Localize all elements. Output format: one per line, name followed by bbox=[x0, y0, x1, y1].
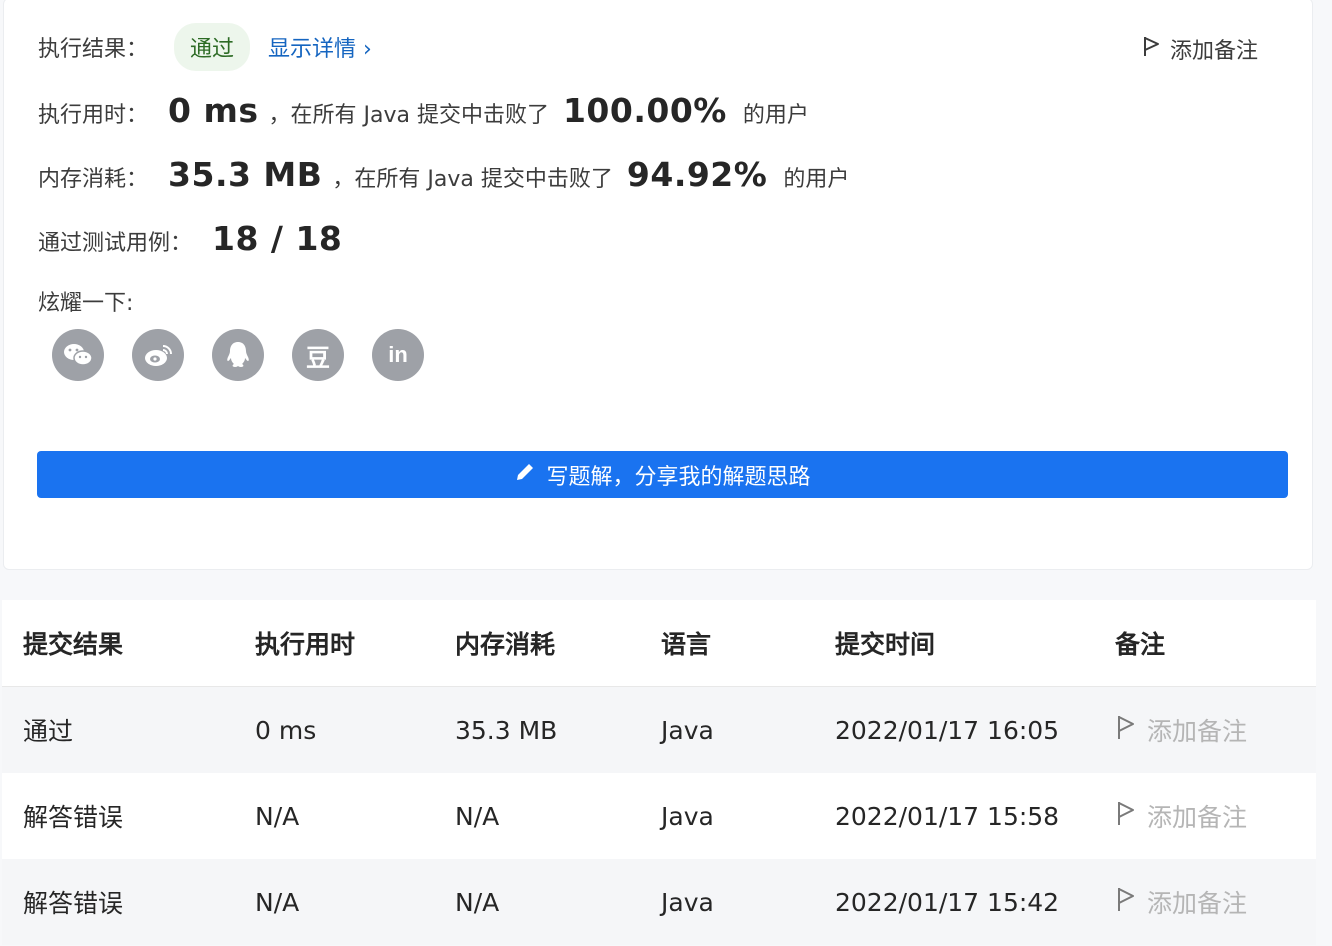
testcases-row: 通过测试用例： 18 / 18 bbox=[38, 219, 342, 258]
table-header: 提交结果 执行用时 内存消耗 语言 提交时间 备注 bbox=[2, 600, 1316, 687]
submission-note-cell: 添加备注 bbox=[1115, 773, 1316, 859]
linkedin-icon[interactable]: in bbox=[372, 329, 424, 381]
header-runtime: 执行用时 bbox=[255, 600, 455, 687]
memory-percent: 94.92% bbox=[626, 155, 768, 194]
submissions-table: 提交结果 执行用时 内存消耗 语言 提交时间 备注 通过 0 ms 35.3 M… bbox=[2, 600, 1316, 945]
submission-memory: N/A bbox=[455, 859, 661, 945]
wechat-icon[interactable] bbox=[52, 329, 104, 381]
submission-result[interactable]: 解答错误 bbox=[2, 773, 255, 859]
header-time: 提交时间 bbox=[835, 600, 1115, 687]
runtime-suffix: 的用户 bbox=[742, 103, 809, 128]
flag-icon bbox=[1115, 714, 1137, 746]
submission-time: 2022/01/17 15:42 bbox=[835, 859, 1115, 945]
result-card: 执行结果： 通过 显示详情 › 添加备注 执行用时： 0 ms ，在所有 Jav… bbox=[3, 0, 1313, 570]
submission-time: 2022/01/17 15:58 bbox=[835, 773, 1115, 859]
result-label: 执行结果： bbox=[38, 37, 149, 62]
runtime-text: ，在所有 Java 提交中击败了 bbox=[268, 103, 549, 128]
share-buttons: 豆 in bbox=[52, 329, 424, 381]
show-details-link[interactable]: 显示详情 › bbox=[268, 31, 372, 63]
submission-note-cell: 添加备注 bbox=[1115, 859, 1316, 945]
submission-runtime: 0 ms bbox=[255, 686, 455, 773]
submission-memory: 35.3 MB bbox=[455, 686, 661, 773]
memory-label: 内存消耗： bbox=[38, 167, 149, 192]
flag-icon bbox=[1115, 886, 1137, 918]
qq-icon[interactable] bbox=[212, 329, 264, 381]
write-solution-label: 写题解，分享我的解题思路 bbox=[546, 464, 811, 490]
runtime-value: 0 ms bbox=[168, 91, 259, 130]
testcases-label: 通过测试用例： bbox=[38, 231, 193, 256]
runtime-row: 执行用时： 0 ms ，在所有 Java 提交中击败了 100.00% 的用户 bbox=[38, 91, 809, 130]
header-memory: 内存消耗 bbox=[455, 600, 661, 687]
add-note-button[interactable]: 添加备注 bbox=[1115, 687, 1316, 773]
douban-icon[interactable]: 豆 bbox=[292, 329, 344, 381]
weibo-icon[interactable] bbox=[132, 329, 184, 381]
runtime-label: 执行用时： bbox=[38, 103, 149, 128]
add-note-button[interactable]: 添加备注 bbox=[1115, 773, 1316, 859]
header-note: 备注 bbox=[1115, 600, 1316, 687]
result-row: 执行结果： 通过 显示详情 › bbox=[38, 23, 372, 71]
table-row[interactable]: 通过 0 ms 35.3 MB Java 2022/01/17 16:05 添加… bbox=[2, 686, 1316, 773]
submission-time: 2022/01/17 16:05 bbox=[835, 686, 1115, 773]
runtime-percent: 100.00% bbox=[562, 91, 727, 130]
submission-result[interactable]: 通过 bbox=[2, 686, 255, 773]
submission-runtime: N/A bbox=[255, 773, 455, 859]
flag-icon bbox=[1115, 800, 1137, 832]
share-label: 炫耀一下: bbox=[38, 291, 134, 316]
submission-result[interactable]: 解答错误 bbox=[2, 859, 255, 945]
testcases-value: 18 / 18 bbox=[212, 219, 343, 258]
add-note-label: 添加备注 bbox=[1147, 717, 1248, 746]
share-row-label: 炫耀一下: bbox=[38, 285, 133, 317]
add-note-label: 添加备注 bbox=[1147, 803, 1248, 832]
submission-language: Java bbox=[661, 859, 835, 945]
add-note-button[interactable]: 添加备注 bbox=[1142, 33, 1258, 65]
status-badge: 通过 bbox=[174, 23, 251, 71]
memory-row: 内存消耗： 35.3 MB ，在所有 Java 提交中击败了 94.92% 的用… bbox=[38, 155, 849, 194]
write-solution-button[interactable]: 写题解，分享我的解题思路 bbox=[37, 451, 1288, 498]
add-note-label: 添加备注 bbox=[1169, 39, 1258, 64]
memory-suffix: 的用户 bbox=[783, 167, 850, 192]
submission-note-cell: 添加备注 bbox=[1115, 686, 1316, 773]
memory-text: ，在所有 Java 提交中击败了 bbox=[332, 167, 613, 192]
douban-glyph: 豆 bbox=[306, 343, 330, 372]
add-note-button[interactable]: 添加备注 bbox=[1115, 859, 1316, 945]
memory-value: 35.3 MB bbox=[168, 155, 323, 194]
add-note-label: 添加备注 bbox=[1147, 889, 1248, 918]
table-row[interactable]: 解答错误 N/A N/A Java 2022/01/17 15:58 添加备注 bbox=[2, 773, 1316, 859]
submission-language: Java bbox=[661, 686, 835, 773]
pencil-icon bbox=[514, 461, 536, 489]
flag-icon bbox=[1142, 35, 1162, 63]
submission-language: Java bbox=[661, 773, 835, 859]
table-row[interactable]: 解答错误 N/A N/A Java 2022/01/17 15:42 添加备注 bbox=[2, 859, 1316, 945]
submission-memory: N/A bbox=[455, 773, 661, 859]
linkedin-glyph: in bbox=[388, 342, 408, 367]
header-language: 语言 bbox=[661, 600, 835, 687]
submission-runtime: N/A bbox=[255, 859, 455, 945]
header-result: 提交结果 bbox=[2, 600, 255, 687]
